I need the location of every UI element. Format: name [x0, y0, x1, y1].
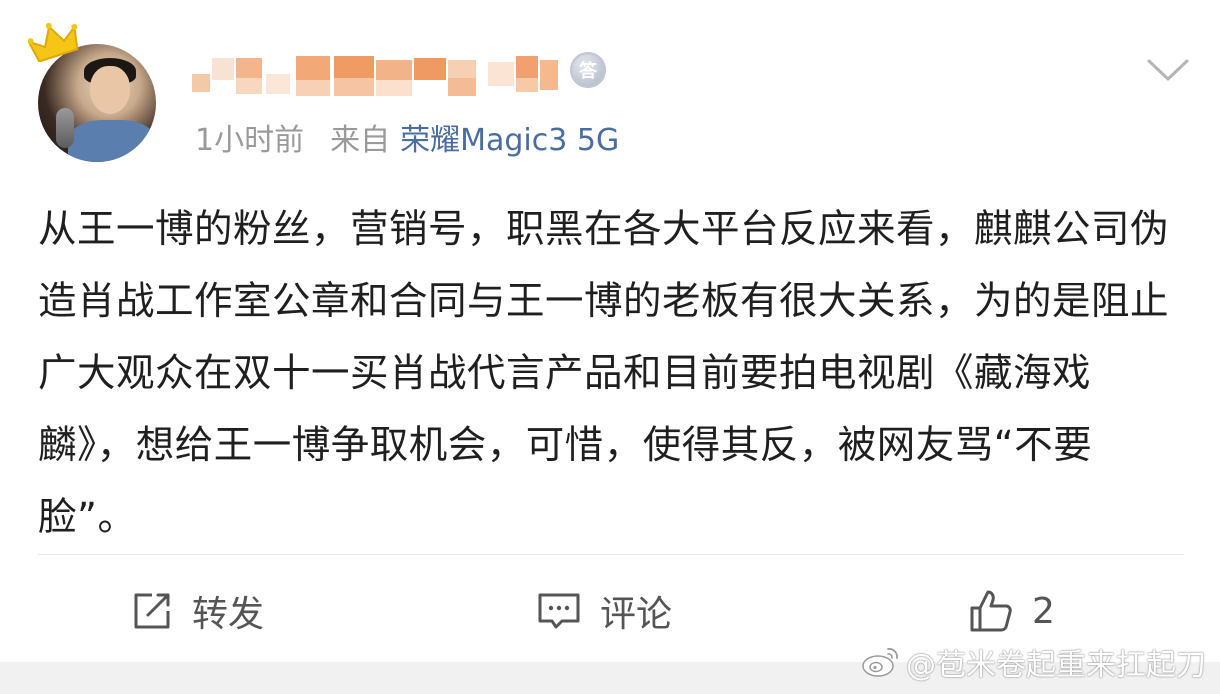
badge-label: 答	[579, 61, 597, 82]
chevron-down-icon[interactable]	[1146, 56, 1190, 84]
post-time: 1小时前	[195, 123, 305, 158]
comment-button[interactable]: 评论	[536, 580, 672, 642]
comment-label: 评论	[600, 594, 673, 635]
like-button[interactable]: 2	[968, 580, 1055, 642]
post-content: 从王一博的粉丝，营销号，职黑在各大平台反应来看，麒麒公司伪造肖战工作室公章和合同…	[38, 207, 1170, 540]
username-blurred[interactable]	[192, 44, 562, 96]
repost-label: 转发	[192, 594, 265, 635]
comment-icon	[538, 593, 580, 629]
medal-badge-icon[interactable]: 答	[570, 52, 606, 88]
watermark: @苞米卷起重来扛起刀	[860, 640, 1206, 684]
action-bar: 转发 评论 2	[0, 580, 1220, 642]
post-meta: 1小时前 来自 荣耀Magic3 5G	[195, 120, 619, 162]
weibo-logo-icon	[862, 648, 898, 677]
repost-icon	[134, 593, 170, 629]
crown-icon	[28, 22, 79, 62]
post-header: 答 1小时前 来自 荣耀Magic3 5G	[0, 0, 1220, 180]
like-count: 2	[1032, 590, 1055, 632]
post-source-label: 来自	[330, 123, 391, 158]
watermark-text: @苞米卷起重来扛起刀	[906, 648, 1206, 683]
repost-button[interactable]: 转发	[130, 580, 264, 642]
divider	[38, 554, 1184, 555]
like-icon	[970, 590, 1012, 632]
post-device-link[interactable]: 荣耀Magic3 5G	[400, 123, 619, 158]
